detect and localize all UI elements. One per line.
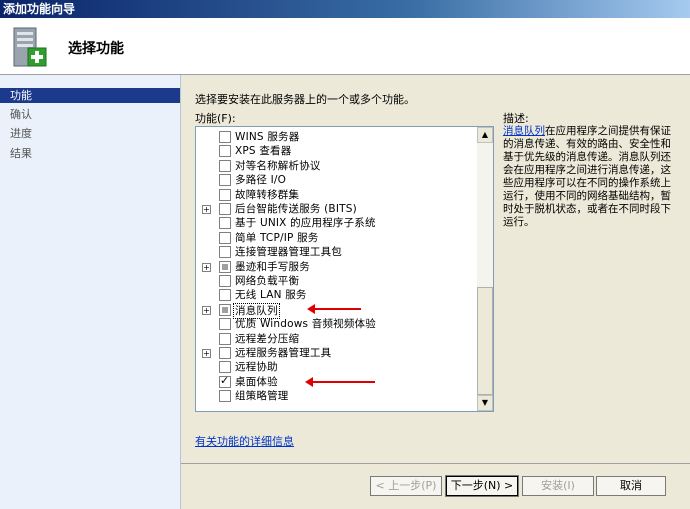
feature-checkbox[interactable] [219, 159, 231, 172]
feature-label: WINS 服务器 [235, 131, 300, 143]
more-info-link[interactable]: 有关功能的详细信息 [195, 433, 294, 449]
feature-label: XPS 查看器 [235, 145, 292, 158]
feature-label: 对等名称解析协议 [235, 159, 321, 172]
feature-row[interactable]: 远程协助 [196, 360, 478, 374]
nav-step-progress: 进度 [10, 127, 32, 140]
nav-step-results: 结果 [10, 147, 32, 160]
scroll-thumb[interactable] [477, 287, 493, 395]
server-add-icon [13, 27, 47, 67]
feature-label: 网络负载平衡 [235, 275, 300, 287]
feature-checkbox[interactable] [219, 188, 231, 201]
feature-label: 连接管理器管理工具包 [235, 246, 342, 259]
feature-label: 远程差分压缩 [235, 332, 300, 345]
feature-row[interactable]: 故障转移群集 [196, 188, 478, 202]
feature-label: 基于 UNIX 的应用程序子系统 [235, 217, 376, 230]
scroll-up-button[interactable]: ▲ [477, 127, 493, 143]
expand-icon[interactable]: + [202, 305, 211, 315]
cancel-button[interactable]: 取消 [596, 476, 666, 496]
feature-label: 远程服务器管理工具 [235, 347, 332, 359]
feature-row[interactable]: 网络负载平衡 [196, 274, 478, 288]
page-title: 选择功能 [68, 41, 124, 57]
feature-label: 简单 TCP/IP 服务 [235, 231, 319, 244]
feature-row[interactable]: 无线 LAN 服务 [196, 288, 478, 302]
annotation-arrow-message-queue [307, 304, 361, 314]
feature-row[interactable]: WINS 服务器 [196, 130, 478, 144]
features-label: 功能(F): [195, 112, 236, 125]
feature-row[interactable]: 多路径 I/O [196, 173, 478, 187]
feature-checkbox[interactable] [219, 231, 231, 244]
feature-label: 墨迹和手写服务 [235, 260, 310, 273]
window-title-bar: 添加功能向导 [0, 0, 690, 18]
feature-checkbox[interactable] [219, 203, 231, 215]
tree-scrollbar[interactable]: ▲ ▼ [477, 127, 493, 411]
feature-row[interactable]: + 后台智能传送服务 (BITS) [196, 202, 478, 216]
feature-label: 优质 Windows 音频视频体验 [235, 318, 376, 331]
feature-row[interactable]: 对等名称解析协议 [196, 159, 478, 173]
expand-icon[interactable]: + [202, 349, 211, 358]
feature-row[interactable]: + 墨迹和手写服务 [196, 260, 478, 274]
feature-row[interactable]: XPS 查看器 [196, 144, 478, 158]
feature-checkbox[interactable] [219, 347, 231, 359]
feature-row[interactable]: 基于 UNIX 的应用程序子系统 [196, 216, 478, 230]
feature-label: 桌面体验 [235, 375, 278, 388]
feature-checkbox[interactable] [219, 275, 231, 287]
feature-label: 消息队列 [233, 302, 280, 319]
feature-checkbox[interactable] [219, 289, 231, 302]
expand-icon[interactable]: + [202, 205, 211, 214]
expand-icon[interactable]: + [202, 262, 211, 272]
feature-checkbox[interactable] [219, 131, 231, 143]
install-button[interactable]: 安装(I) [522, 476, 594, 496]
feature-label: 后台智能传送服务 (BITS) [235, 203, 357, 215]
annotation-arrow-desktop-experience [305, 377, 375, 387]
feature-checkbox[interactable] [219, 332, 231, 345]
feature-row[interactable]: 组策略管理 [196, 389, 478, 403]
feature-checkbox[interactable] [219, 318, 231, 331]
feature-label: 故障转移群集 [235, 188, 300, 201]
feature-label: 远程协助 [235, 361, 278, 374]
feature-checkbox[interactable] [219, 303, 231, 316]
feature-row[interactable]: 远程差分压缩 [196, 332, 478, 346]
wizard-header: 选择功能 [0, 18, 690, 75]
features-tree[interactable]: 组策略管理 桌面体验远程协助 + 远程服务器管理工具远程差分压缩优质 Windows … [195, 126, 494, 412]
feature-checkbox[interactable] [219, 145, 231, 158]
description-link[interactable]: 消息队列 [503, 125, 545, 137]
feature-checkbox[interactable] [219, 260, 231, 273]
feature-row[interactable]: 优质 Windows 音频视频体验 [196, 317, 478, 331]
back-button[interactable]: < 上一步(P) [370, 476, 442, 496]
feature-row[interactable]: 连接管理器管理工具包 [196, 245, 478, 259]
feature-checkbox[interactable] [219, 217, 231, 230]
feature-label: 多路径 I/O [235, 174, 287, 187]
feature-label: 组策略管理 [235, 390, 289, 403]
description-panel: 消息队列在应用程序之间提供有保证的消息传递、有效的路由、安全性和基于优先级的消息… [503, 125, 673, 229]
description-text: 在应用程序之间提供有保证的消息传递、有效的路由、安全性和基于优先级的消息传递。消… [503, 125, 671, 228]
feature-checkbox[interactable] [219, 374, 231, 388]
description-label: 描述: [503, 112, 529, 125]
feature-checkbox[interactable] [219, 361, 231, 374]
scroll-down-button[interactable]: ▼ [477, 395, 493, 411]
instruction-text: 选择要安装在此服务器上的一个或多个功能。 [195, 93, 415, 106]
feature-row[interactable]: 简单 TCP/IP 服务 [196, 231, 478, 245]
next-button[interactable]: 下一步(N) > [445, 475, 519, 497]
feature-label: 无线 LAN 服务 [235, 289, 307, 302]
nav-step-features[interactable]: 功能 [0, 88, 180, 103]
footer-divider [181, 463, 690, 464]
feature-row[interactable]: + 远程服务器管理工具 [196, 346, 478, 360]
window-title: 添加功能向导 [3, 2, 76, 16]
feature-checkbox[interactable] [219, 390, 231, 403]
feature-checkbox[interactable] [219, 246, 231, 259]
feature-checkbox[interactable] [219, 174, 231, 187]
wizard-step-nav: 功能 确认 进度 结果 [0, 75, 181, 509]
nav-step-confirm: 确认 [10, 108, 32, 121]
